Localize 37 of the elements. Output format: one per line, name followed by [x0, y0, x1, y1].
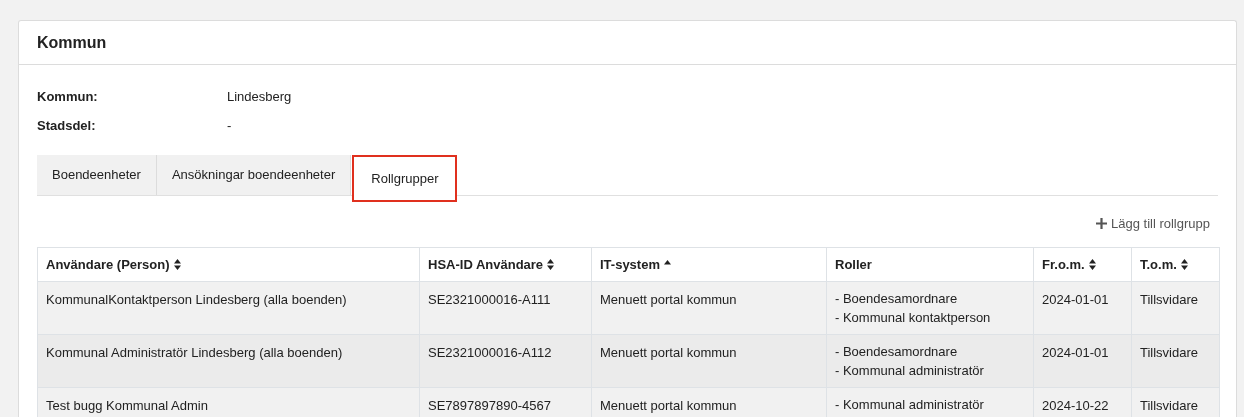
field-value: Lindesberg	[227, 88, 292, 107]
table-cell: Tillsvidare	[1131, 334, 1220, 388]
table-cell: 2024-01-01	[1033, 281, 1132, 335]
table-cell: Tillsvidare	[1131, 387, 1220, 417]
table-cell: SE7897897890-4567	[419, 387, 592, 417]
table-cell: 2024-01-01	[1033, 334, 1132, 388]
sort-icon	[547, 259, 555, 271]
sort-ascending-icon	[664, 259, 671, 265]
column-header[interactable]: IT-system	[600, 255, 671, 275]
plus-icon	[1096, 217, 1107, 229]
role-item: - Kommunal kontaktperson	[835, 309, 992, 328]
table-cell: Menuett portal kommun	[591, 281, 827, 335]
table-cell: Menuett portal kommun	[591, 334, 827, 388]
column-header: Roller	[835, 256, 872, 275]
table-cell: Menuett portal kommun	[591, 387, 827, 417]
table-cell: Kommunal Administratör Lindesberg (alla boenden)	[37, 334, 420, 388]
field-value: -	[227, 117, 232, 136]
table-cell: SE2321000016-A112	[419, 334, 592, 388]
table-cell: 2024-10-22	[1033, 387, 1132, 417]
card-title: Kommun	[37, 33, 108, 53]
table-cell: Test bugg Kommunal Admin	[37, 387, 420, 417]
role-item: - Kommunal administratör	[835, 362, 985, 381]
field-label: Kommun:	[37, 88, 99, 107]
table-cell: KommunalKontaktperson Lindesberg (alla boenden)	[37, 281, 420, 335]
role-item: - Boendesamordnare	[835, 343, 959, 362]
tab[interactable]: Boendeenheter	[37, 155, 157, 195]
role-item: - Boendesamordnare	[835, 290, 959, 309]
add-rollgrupp-button[interactable]: Lägg till rollgrupp	[1096, 213, 1210, 234]
field-label: Stadsdel:	[37, 117, 97, 136]
tab[interactable]: Rollgrupper	[352, 155, 458, 202]
table-cell: Tillsvidare	[1131, 281, 1220, 335]
sort-icon	[1088, 259, 1096, 271]
tab[interactable]: Ansökningar boendeenheter	[156, 155, 352, 195]
sort-icon	[173, 259, 181, 271]
table-cell: SE2321000016-A111	[419, 281, 592, 335]
sort-icon	[1180, 259, 1188, 271]
role-item: - Kommunal administratör	[835, 396, 985, 415]
